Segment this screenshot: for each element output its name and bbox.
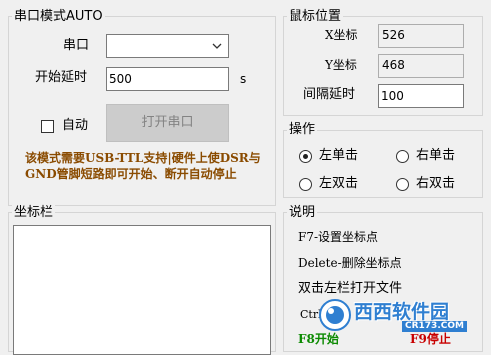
right-single-click-label: 右单击 (416, 148, 456, 163)
watermark: 西西软件园 CR173.COM (318, 296, 470, 334)
coordinate-list-title: 坐标栏 (12, 205, 56, 220)
serial-port-select[interactable] (106, 34, 229, 58)
help-line-delete: Delete-删除坐标点 (298, 256, 402, 270)
left-double-click-label: 左双击 (319, 176, 359, 191)
right-single-click-radio[interactable] (396, 150, 409, 163)
operation-title: 操作 (287, 122, 318, 137)
start-delay-unit: s (240, 72, 247, 86)
chevron-down-icon (212, 43, 222, 49)
open-serial-button[interactable]: 打开串口 (106, 104, 229, 142)
left-double-click-radio[interactable] (299, 178, 312, 191)
auto-label: 自动 (62, 118, 89, 133)
coordinate-list[interactable] (13, 225, 271, 355)
serial-port-label: 串口 (63, 38, 90, 53)
auto-checkbox[interactable] (41, 120, 54, 133)
x-coord-label: X坐标 (325, 28, 358, 42)
y-coord-label: Y坐标 (325, 58, 357, 72)
interval-delay-label: 间隔延时 (303, 87, 356, 102)
mouse-position-title: 鼠标位置 (287, 9, 344, 24)
interval-delay-input[interactable] (378, 84, 464, 108)
help-title: 说明 (287, 205, 318, 220)
start-delay-label: 开始延时 (35, 70, 88, 85)
right-double-click-label: 右双击 (416, 176, 456, 191)
watermark-logo-icon (319, 299, 351, 331)
serial-mode-title: 串口模式AUTO (12, 9, 105, 24)
left-single-click-radio[interactable] (299, 150, 312, 163)
watermark-brand: 西西软件园 (354, 301, 450, 323)
serial-mode-note: 该模式需要USB-TTL支持|硬件上使DSR与GND管脚短路即可开始、断开自动停… (25, 151, 261, 181)
x-coord-value: 526 (378, 24, 464, 48)
y-coord-value: 468 (378, 54, 464, 78)
left-single-click-label: 左单击 (319, 148, 359, 163)
right-double-click-radio[interactable] (396, 178, 409, 191)
start-delay-input[interactable] (106, 67, 229, 91)
watermark-domain: CR173.COM (402, 321, 467, 332)
help-line-f7: F7-设置坐标点 (298, 230, 379, 244)
